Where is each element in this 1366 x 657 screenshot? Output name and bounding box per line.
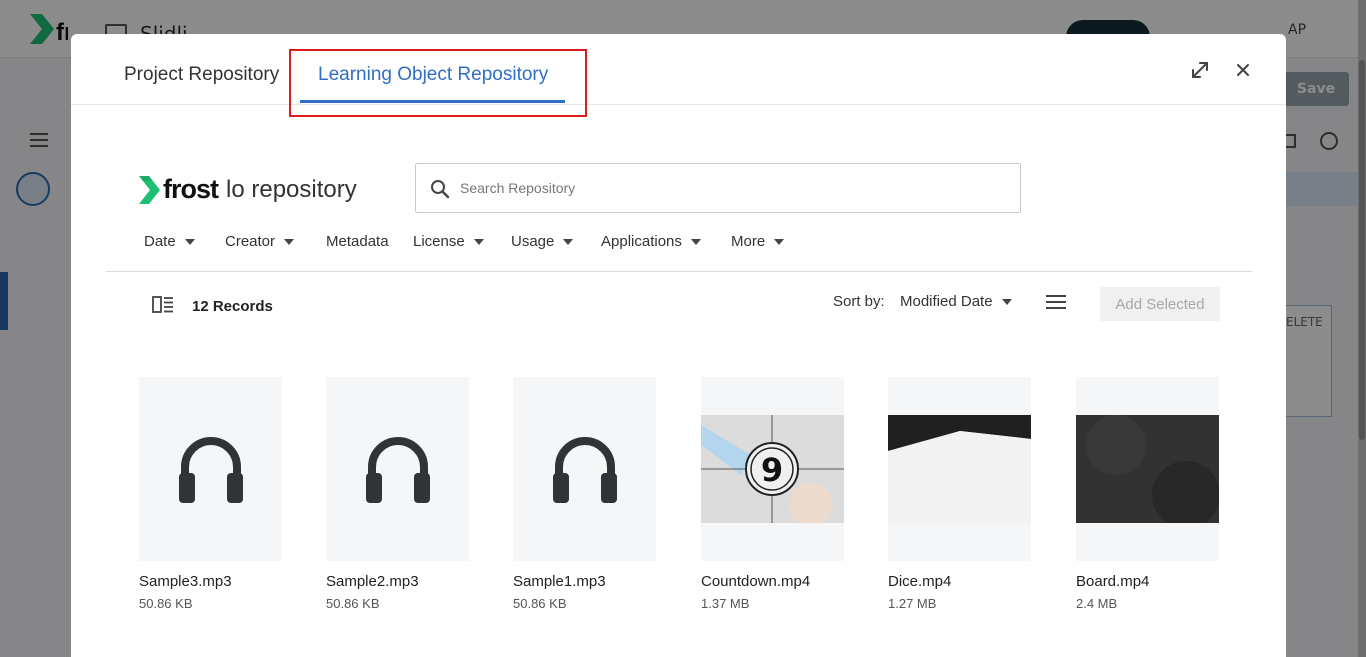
file-name: Dice.mp4	[888, 573, 952, 590]
file-size: 50.86 KB	[326, 596, 380, 611]
close-icon[interactable]	[1232, 59, 1254, 81]
filter-usage[interactable]: Usage	[511, 233, 574, 250]
file-size: 1.37 MB	[701, 596, 750, 611]
file-thumbnail: 9	[701, 377, 844, 561]
search-box	[415, 163, 1021, 213]
add-selected-button[interactable]: Add Selected	[1100, 287, 1220, 321]
filter-label: Usage	[511, 233, 555, 250]
file-thumbnail	[326, 377, 469, 561]
file-card[interactable]: Sample3.mp3 50.86 KB	[139, 377, 282, 611]
file-name: Board.mp4	[1076, 573, 1150, 590]
filter-label: Applications	[601, 233, 682, 250]
caret-down-icon	[284, 238, 295, 245]
frost-logo: frost lo repository	[139, 174, 357, 205]
filter-more[interactable]: More	[731, 233, 785, 250]
caret-down-icon	[1001, 298, 1012, 305]
countdown-digit: 9	[761, 451, 783, 489]
divider	[106, 271, 1252, 272]
filter-license[interactable]: License	[413, 233, 484, 250]
expand-icon[interactable]	[1189, 59, 1211, 81]
file-size: 50.86 KB	[139, 596, 193, 611]
details-panel-toggle-icon[interactable]	[152, 296, 174, 314]
dice-video-thumbnail	[888, 415, 1031, 523]
board-video-thumbnail	[1076, 415, 1219, 523]
sort-dropdown[interactable]: Modified Date	[900, 293, 1012, 310]
caret-down-icon	[184, 238, 195, 245]
filter-applications[interactable]: Applications	[601, 233, 701, 250]
list-view-icon[interactable]	[1045, 294, 1067, 310]
tab-bar: Project Repository Learning Object Repos…	[71, 34, 1286, 117]
file-name: Sample2.mp3	[326, 573, 419, 590]
headphones-icon	[553, 437, 617, 503]
file-size: 50.86 KB	[513, 596, 567, 611]
filter-label: Date	[144, 233, 176, 250]
filter-label: License	[413, 233, 465, 250]
tab-project-repository[interactable]: Project Repository	[124, 64, 279, 86]
brand-word: frost	[163, 174, 219, 204]
sort-value: Modified Date	[900, 293, 993, 310]
record-count: 12 Records	[192, 298, 273, 315]
file-thumbnail	[1076, 377, 1219, 561]
search-input[interactable]	[460, 164, 1010, 212]
filter-label: Metadata	[326, 233, 389, 250]
sort-label: Sort by:	[833, 293, 885, 310]
file-card[interactable]: Dice.mp4 1.27 MB	[888, 377, 1031, 611]
caret-down-icon	[473, 238, 484, 245]
frost-chevron-icon	[139, 175, 160, 204]
filter-label: More	[731, 233, 766, 250]
repository-modal: Project Repository Learning Object Repos…	[71, 34, 1286, 657]
file-card[interactable]: Board.mp4 2.4 MB	[1076, 377, 1219, 611]
filter-date[interactable]: Date	[144, 233, 195, 250]
headphones-icon	[179, 437, 243, 503]
file-card[interactable]: Sample2.mp3 50.86 KB	[326, 377, 469, 611]
file-thumbnail	[139, 377, 282, 561]
annotation-highlight-box	[289, 49, 587, 117]
file-thumbnail	[513, 377, 656, 561]
headphones-icon	[366, 437, 430, 503]
file-name: Sample3.mp3	[139, 573, 232, 590]
file-card[interactable]: 9 Countdown.mp4 1.37 MB	[701, 377, 844, 611]
filter-metadata[interactable]: Metadata	[326, 233, 389, 250]
file-name: Countdown.mp4	[701, 573, 811, 590]
file-card[interactable]: Sample1.mp3 50.86 KB	[513, 377, 656, 611]
countdown-video-thumbnail: 9	[701, 415, 844, 523]
file-thumbnail	[888, 377, 1031, 561]
caret-down-icon	[563, 238, 574, 245]
filter-creator[interactable]: Creator	[225, 233, 295, 250]
file-name: Sample1.mp3	[513, 573, 606, 590]
search-icon	[431, 180, 450, 199]
file-size: 2.4 MB	[1076, 596, 1118, 611]
filter-label: Creator	[225, 233, 276, 250]
file-size: 1.27 MB	[888, 596, 937, 611]
caret-down-icon	[774, 238, 785, 245]
brand-subtitle: lo repository	[226, 175, 357, 203]
caret-down-icon	[690, 238, 701, 245]
